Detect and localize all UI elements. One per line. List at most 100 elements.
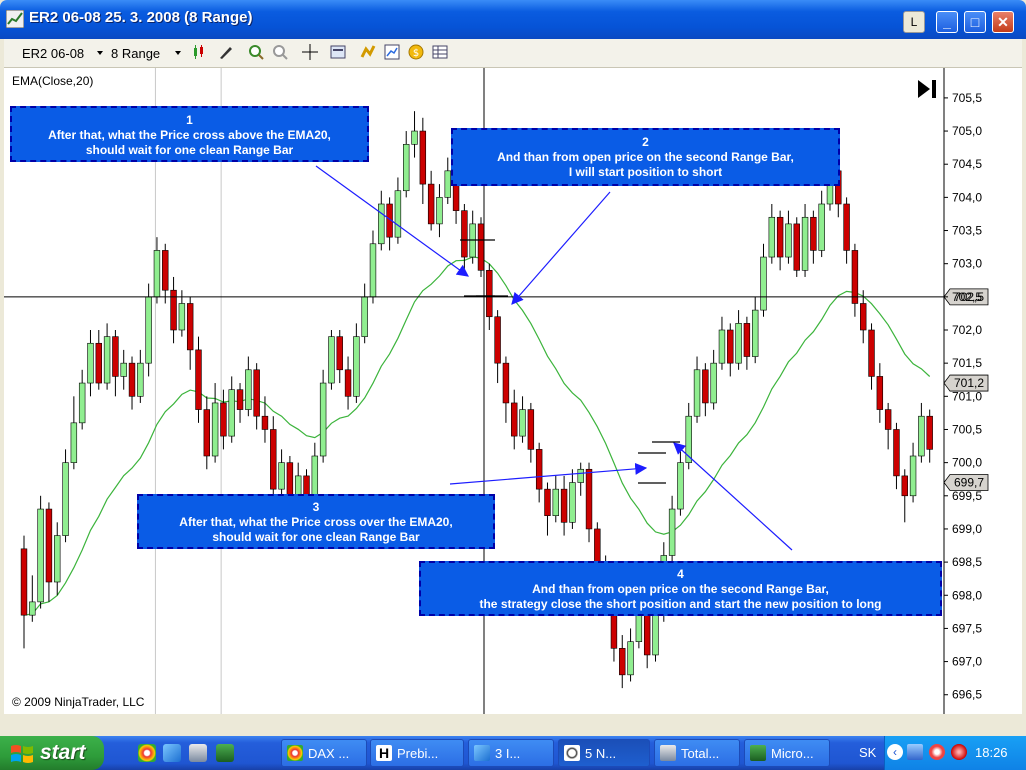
chrome-quicklaunch-icon[interactable] xyxy=(138,744,156,762)
down-candle xyxy=(419,130,427,185)
price-marker-label: 701,2 xyxy=(954,376,984,390)
down-candle xyxy=(527,409,535,450)
down-candle xyxy=(477,223,485,271)
down-candle xyxy=(876,376,884,410)
up-candle xyxy=(668,508,676,556)
taskbar-item-label: 3 I... xyxy=(495,746,521,761)
taskbar-item-ie-group[interactable]: 3 I... xyxy=(468,739,554,767)
taskbar-item-ninjatrader-group[interactable]: 5 N... xyxy=(558,739,650,767)
down-candle xyxy=(261,415,269,430)
down-candle xyxy=(427,183,435,225)
ie-icon xyxy=(474,745,490,761)
excel-quicklaunch-icon[interactable] xyxy=(216,744,234,762)
up-candle xyxy=(710,362,717,404)
period-dropdown-icon[interactable] xyxy=(175,51,181,55)
draw-tool-icon[interactable] xyxy=(218,44,234,60)
up-candle xyxy=(153,250,161,298)
down-candle xyxy=(727,329,734,364)
security-icon[interactable] xyxy=(951,744,967,760)
taskbar-item-total[interactable]: Total... xyxy=(654,739,740,767)
price-tick-label: 696,5 xyxy=(952,688,982,702)
down-candle xyxy=(270,429,277,490)
up-candle xyxy=(178,303,186,331)
bar-style-icon[interactable] xyxy=(192,44,208,60)
down-candle xyxy=(203,409,211,457)
down-candle xyxy=(544,488,551,516)
currency-icon[interactable]: $ xyxy=(408,44,424,60)
save-icon xyxy=(660,745,676,761)
antivirus-icon[interactable] xyxy=(929,744,945,760)
ninjatrader-icon xyxy=(564,745,580,761)
down-candle xyxy=(486,270,493,318)
taskbar-item-label: Prebi... xyxy=(397,746,439,761)
minimize-button[interactable]: _ xyxy=(936,11,958,33)
down-candle xyxy=(186,303,194,351)
indicators-icon[interactable] xyxy=(384,44,400,60)
taskbar-item-label: 5 N... xyxy=(585,746,617,761)
annotation-1-line-2: should wait for one clean Range Bar xyxy=(85,143,294,157)
up-candle xyxy=(436,197,443,225)
tray-expand-icon[interactable]: ‹ xyxy=(887,744,903,760)
zoom-out-icon[interactable] xyxy=(272,44,288,60)
annotation-3-line-2: should wait for one clean Range Bar xyxy=(212,530,420,544)
strategy-icon[interactable] xyxy=(360,44,376,60)
down-candle xyxy=(702,369,709,404)
annotation-2-line-2: I will start position to short xyxy=(568,165,723,179)
down-candle xyxy=(810,216,817,251)
down-candle xyxy=(585,468,593,530)
save-quicklaunch-icon[interactable] xyxy=(189,744,207,762)
maximize-button[interactable]: □ xyxy=(964,11,986,33)
up-candle xyxy=(78,382,86,424)
down-candle xyxy=(884,409,892,430)
up-candle xyxy=(552,488,559,516)
title-bar[interactable]: ER2 06-08 25. 3. 2008 (8 Range) L _ □ ✕ xyxy=(0,0,1026,39)
ie-quicklaunch-icon[interactable] xyxy=(163,744,181,762)
taskbar-item-prebi[interactable]: H Prebi... xyxy=(370,739,464,767)
up-candle xyxy=(718,329,726,364)
chart-panel[interactable]: 702,5 705,5 705,0 704,5 704,0 703,5 703,0 702,… xyxy=(4,68,1022,714)
up-candle xyxy=(801,216,809,271)
annotation-1-line-1: After that, what the Price cross above t… xyxy=(48,128,331,142)
properties-icon[interactable] xyxy=(330,44,346,60)
instrument-dropdown-icon[interactable] xyxy=(97,51,103,55)
down-candle xyxy=(45,508,53,583)
up-candle xyxy=(378,203,385,245)
up-candle xyxy=(137,362,144,397)
up-candle xyxy=(751,309,759,357)
down-candle xyxy=(643,614,651,656)
price-tick-label: 705,5 xyxy=(952,91,982,105)
start-button[interactable]: start xyxy=(0,736,104,770)
period-selector[interactable]: 8 Range xyxy=(111,46,160,61)
taskbar-item-dax[interactable]: DAX ... xyxy=(281,739,367,767)
price-tick-label: 697,0 xyxy=(952,655,982,669)
price-tick-label: 699,0 xyxy=(952,522,982,536)
language-indicator[interactable]: SK xyxy=(859,745,876,760)
price-tick-label: 700,0 xyxy=(952,456,982,470)
svg-text:$: $ xyxy=(413,48,419,59)
up-candle xyxy=(735,323,742,364)
up-candle xyxy=(411,130,418,145)
annotation-1-number: 1 xyxy=(186,113,193,127)
up-candle xyxy=(785,223,792,258)
close-button[interactable]: ✕ xyxy=(992,11,1014,33)
up-candle xyxy=(519,409,526,437)
down-candle xyxy=(860,303,867,331)
network-icon[interactable] xyxy=(907,744,923,760)
price-tick-label: 701,5 xyxy=(952,356,982,370)
up-candle xyxy=(311,455,319,497)
down-candle xyxy=(128,362,136,397)
instrument-selector[interactable]: ER2 06-08 xyxy=(22,46,84,61)
data-box-icon[interactable] xyxy=(432,44,448,60)
link-button[interactable]: L xyxy=(903,11,925,33)
crosshair-icon[interactable] xyxy=(302,44,318,60)
taskbar-item-excel[interactable]: Micro... xyxy=(744,739,830,767)
scroll-to-end-icon[interactable] xyxy=(916,78,938,100)
up-candle xyxy=(818,203,825,251)
price-tick-label: 700,5 xyxy=(952,422,982,436)
zoom-in-icon[interactable] xyxy=(248,44,264,60)
down-candle xyxy=(926,415,933,450)
down-candle xyxy=(494,316,501,364)
up-candle xyxy=(760,256,767,311)
annotation-arrow xyxy=(449,462,648,485)
price-tick-label: 702,0 xyxy=(952,323,982,337)
